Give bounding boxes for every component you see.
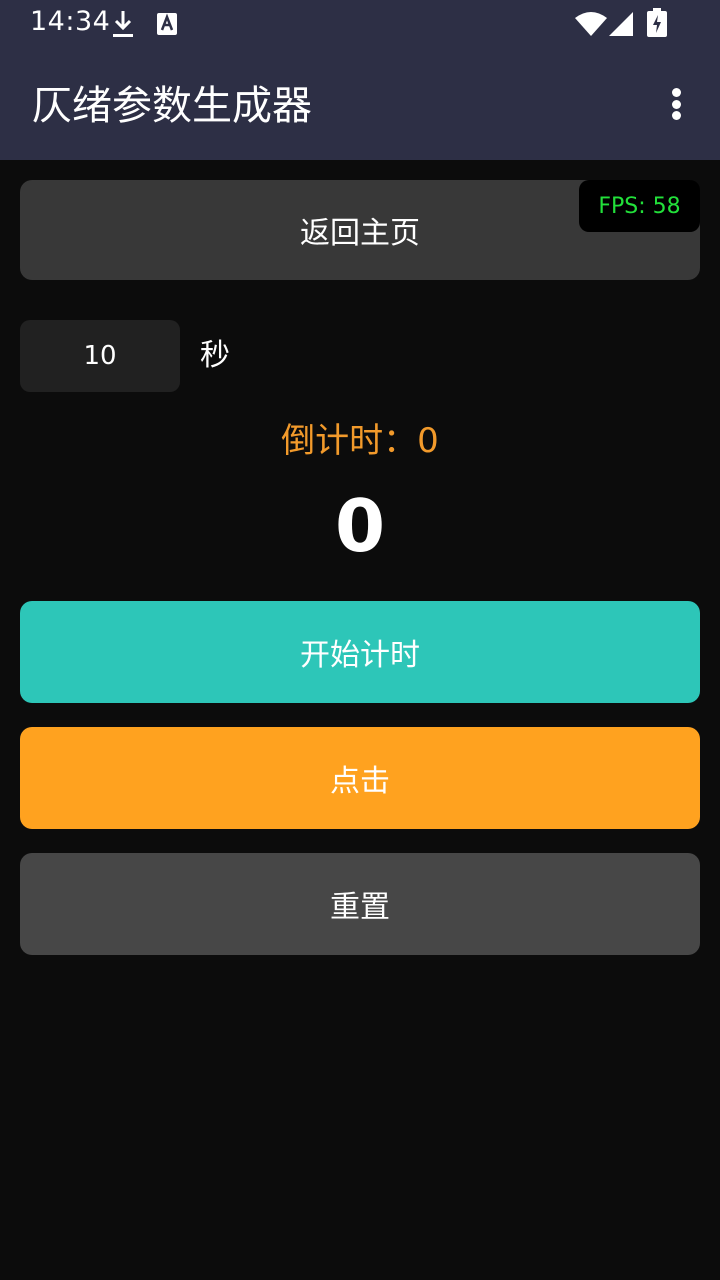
download-icon (113, 11, 133, 37)
status-time: 14:34 (30, 6, 111, 37)
countdown-display: 倒计时：0 (0, 418, 720, 464)
countdown-value: 0 (417, 421, 439, 461)
home-button-label: 返回主页 (300, 216, 420, 251)
page-title: 仄绪参数生成器 (32, 83, 312, 129)
reset-button[interactable]: 重置 (20, 853, 700, 955)
countdown-label: 倒计时： (281, 421, 418, 461)
seconds-input[interactable] (20, 320, 180, 392)
battery-charging-icon (647, 8, 667, 37)
click-button[interactable]: 点击 (20, 727, 700, 829)
click-count: 0 (334, 484, 386, 568)
start-timer-label: 开始计时 (300, 638, 420, 673)
seconds-unit-label: 秒 (200, 338, 230, 373)
reset-button-label: 重置 (330, 890, 390, 925)
fps-badge: FPS: 58 (579, 180, 700, 232)
start-timer-button[interactable]: 开始计时 (20, 601, 700, 703)
signal-icon (609, 12, 633, 36)
more-vert-icon[interactable] (660, 82, 692, 126)
wifi-icon (575, 12, 607, 36)
click-button-label: 点击 (330, 764, 390, 799)
a-notification-icon (157, 13, 177, 35)
